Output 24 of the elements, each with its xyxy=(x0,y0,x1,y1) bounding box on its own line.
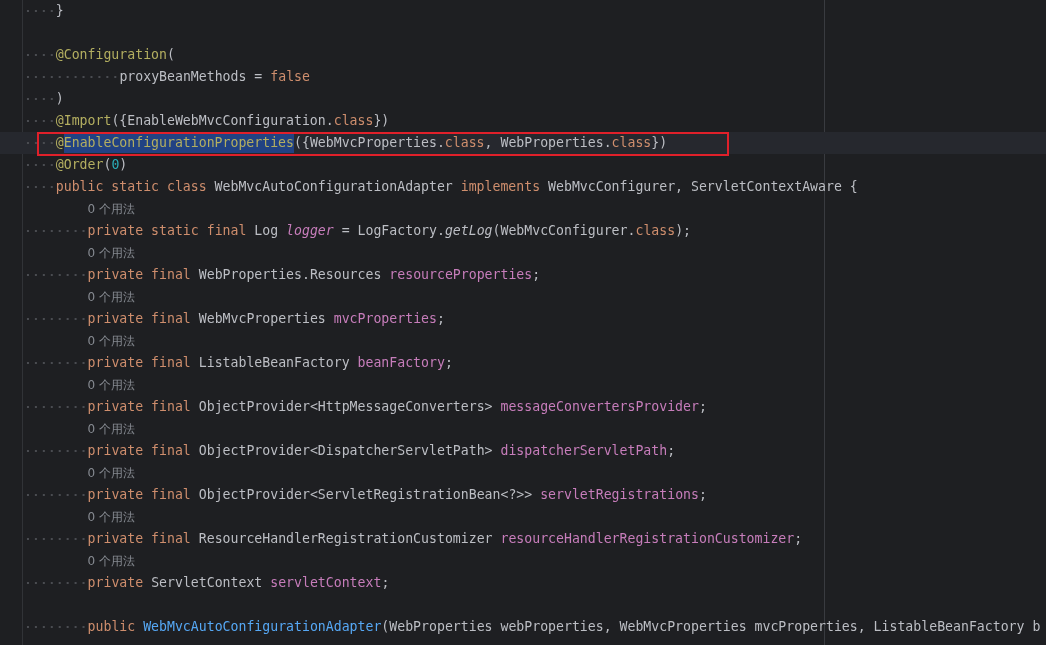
usage-hint[interactable]: 0 个用法 xyxy=(87,374,136,396)
code-line: public WebMvcAutoConfigurationAdapter(WebProperties webProperties, WebMvcProperties mvcProperties, ListableBeanFactory b xyxy=(24,616,1041,638)
usage-hint[interactable]: 0 个用法 xyxy=(87,330,136,352)
usage-hint[interactable]: 0 个用法 xyxy=(87,418,136,440)
usage-hint[interactable]: 0 个用法 xyxy=(87,550,136,572)
usage-hint[interactable]: 0 个用法 xyxy=(87,462,136,484)
code-line: private final ListableBeanFactory beanFactory; xyxy=(24,352,453,374)
code-line: private final ObjectProvider<HttpMessageConverters> messageConvertersProvider; xyxy=(24,396,707,418)
code-line: public static class WebMvcAutoConfigurationAdapter implements WebMvcConfigurer, ServletContextAware { xyxy=(24,176,858,198)
usage-hint[interactable]: 0 个用法 xyxy=(87,506,136,528)
code-line: private ServletContext servletContext; xyxy=(24,572,390,594)
code-line: private static final Log logger = LogFactory.getLog(WebMvcConfigurer.class); xyxy=(24,220,692,242)
code-line: private final ObjectProvider<DispatcherServletPath> dispatcherServletPath; xyxy=(24,440,676,462)
code-line: @Order(0) xyxy=(24,154,128,176)
code-line: proxyBeanMethods = false xyxy=(24,66,310,88)
usage-hint[interactable]: 0 个用法 xyxy=(87,286,136,308)
code-line: private final ObjectProvider<ServletRegistrationBean<?>> servletRegistrations; xyxy=(24,484,707,506)
code-line: @Import({EnableWebMvcConfiguration.class}) xyxy=(24,110,390,132)
usage-hint[interactable]: 0 个用法 xyxy=(87,198,136,220)
code-line: private final WebProperties.Resources resourceProperties; xyxy=(24,264,541,286)
code-line: private final WebMvcProperties mvcProperties; xyxy=(24,308,445,330)
code-line: @Configuration( xyxy=(24,44,175,66)
code-line: private final ResourceHandlerRegistrationCustomizer resourceHandlerRegistrationCustomizer; xyxy=(24,528,803,550)
usage-hint[interactable]: 0 个用法 xyxy=(87,242,136,264)
